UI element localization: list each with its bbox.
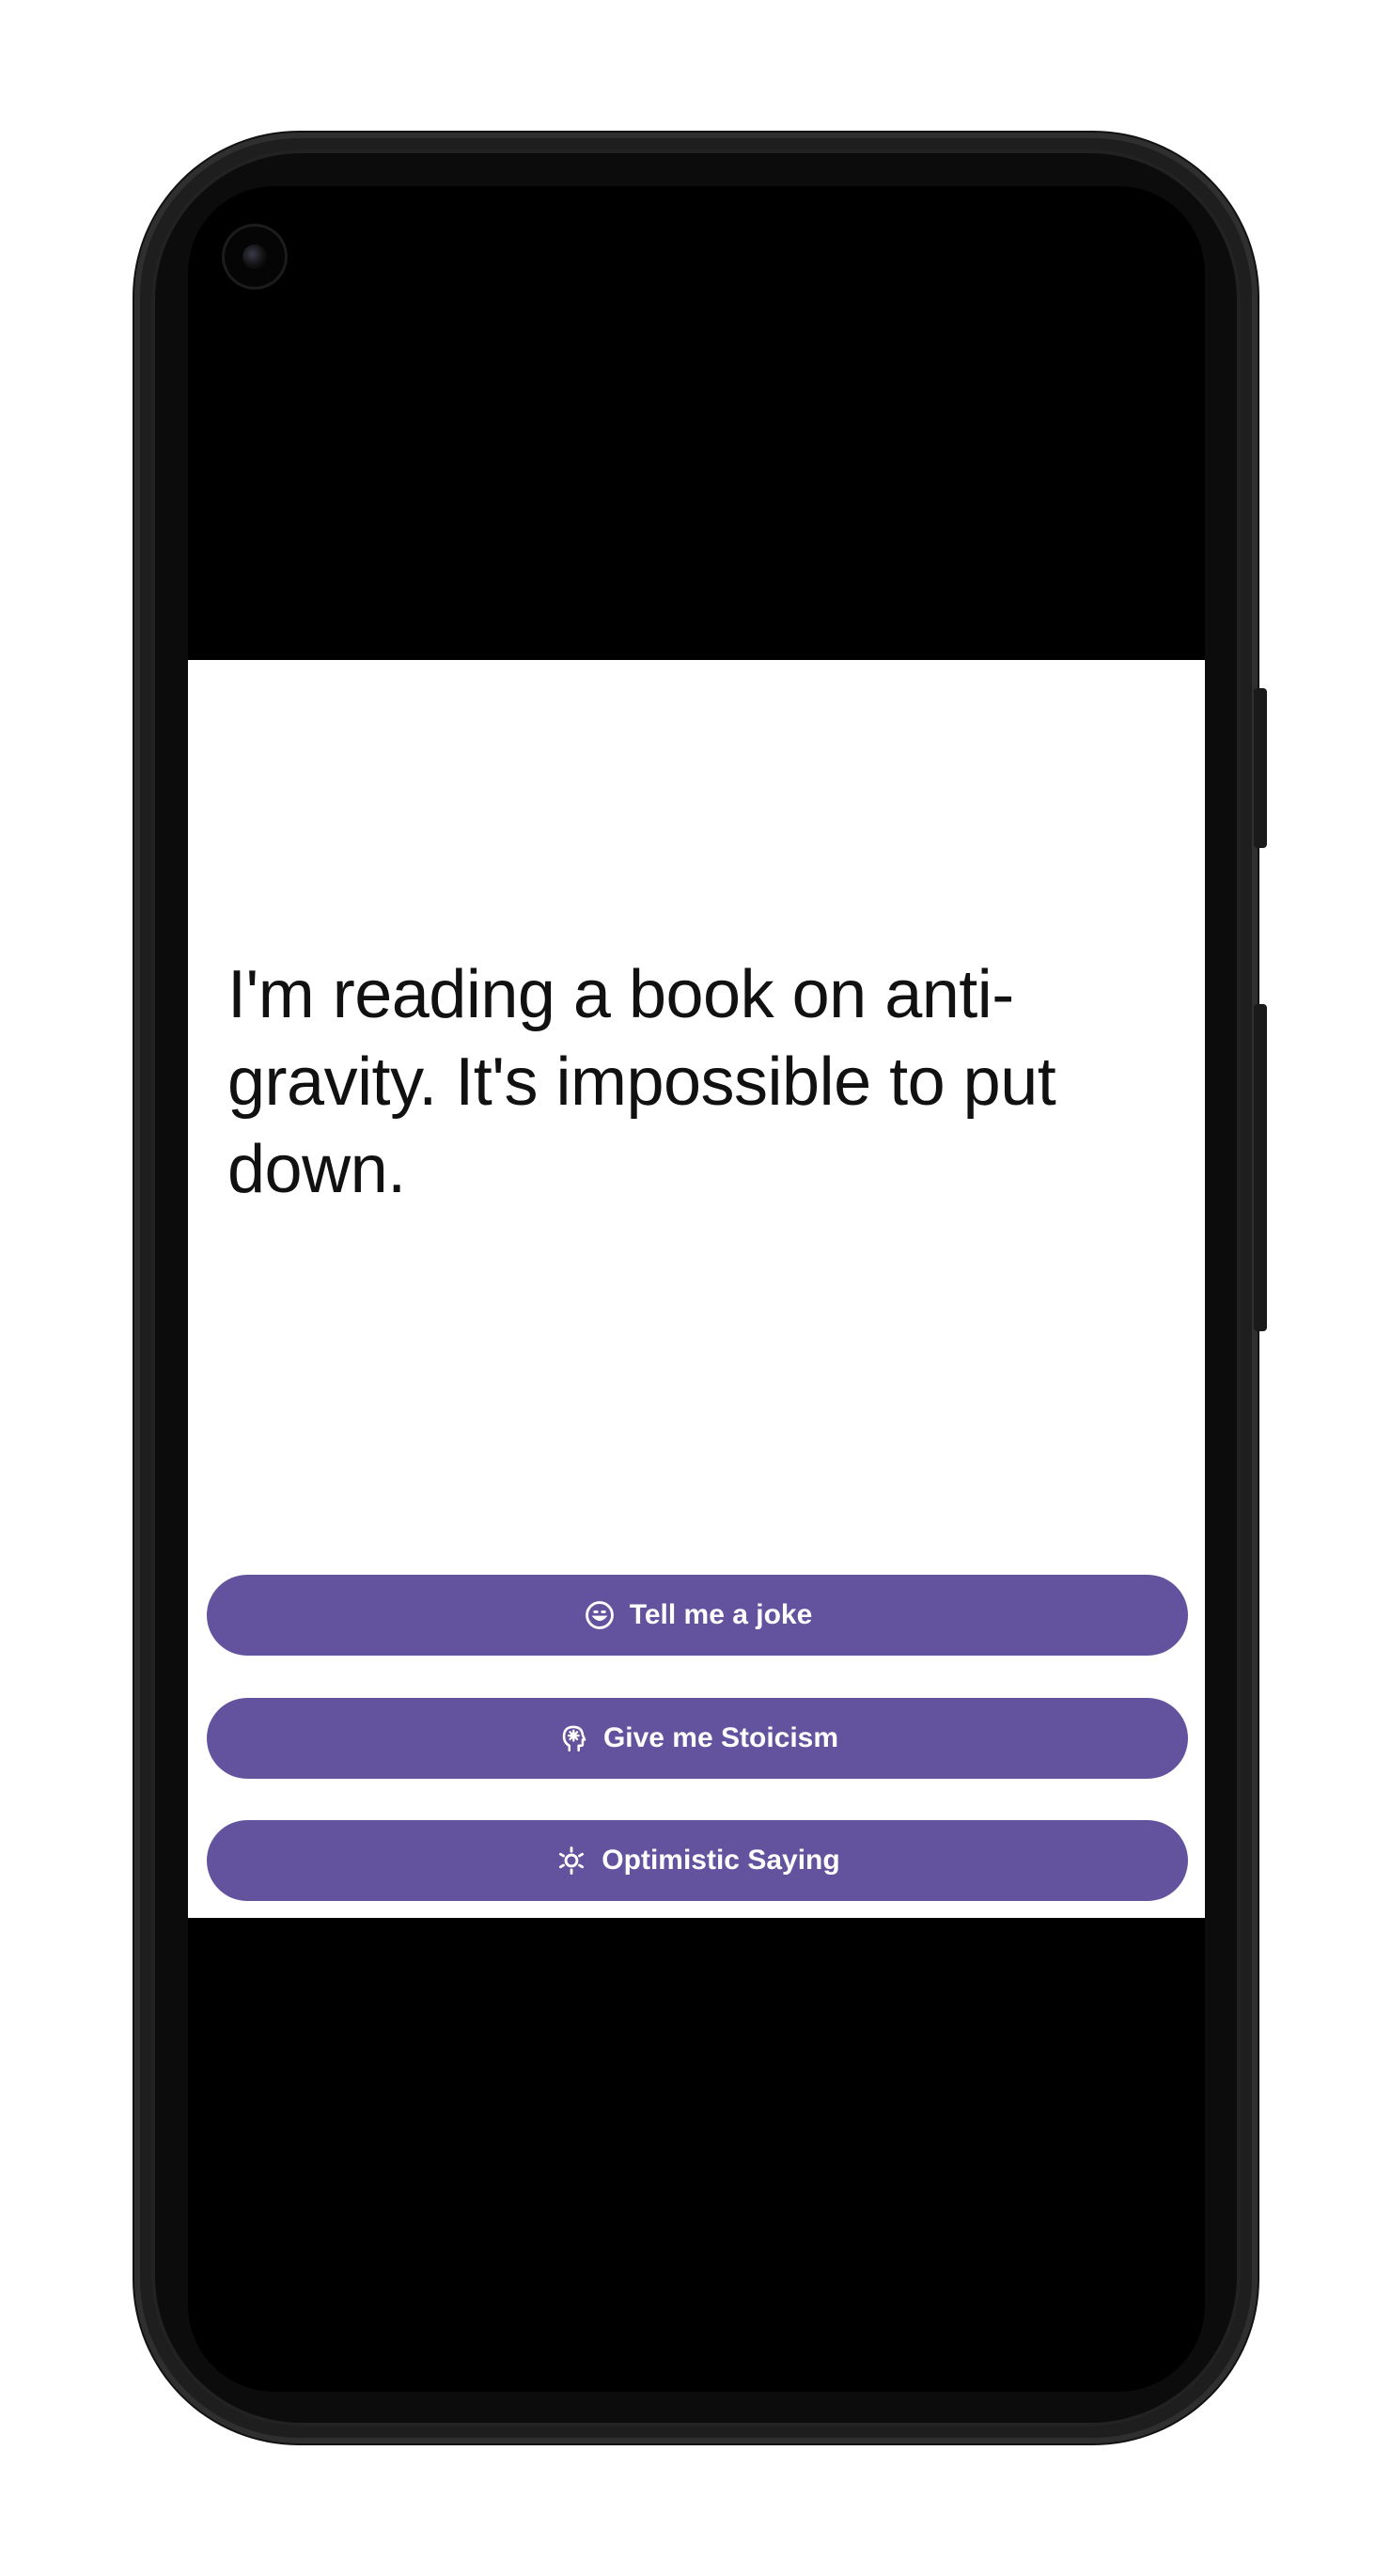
tell-joke-label: Tell me a joke bbox=[629, 1599, 813, 1630]
quote-text: I'm reading a book on anti-gravity. It's… bbox=[227, 957, 1056, 1207]
phone-screen: I'm reading a book on anti-gravity. It's… bbox=[188, 186, 1205, 2392]
smiley-icon bbox=[583, 1598, 617, 1632]
optimistic-saying-button[interactable]: Optimistic Saying bbox=[207, 1820, 1188, 1901]
tell-joke-button[interactable]: Tell me a joke bbox=[207, 1575, 1188, 1656]
give-stoicism-label: Give me Stoicism bbox=[602, 1722, 839, 1753]
stage: I'm reading a book on anti-gravity. It's… bbox=[0, 0, 1391, 2576]
head-gear-icon bbox=[556, 1721, 590, 1755]
power-button bbox=[1254, 688, 1267, 848]
volume-button bbox=[1254, 1004, 1267, 1331]
front-camera-icon bbox=[222, 224, 288, 290]
optimistic-saying-label: Optimistic Saying bbox=[602, 1845, 840, 1876]
give-stoicism-button[interactable]: Give me Stoicism bbox=[207, 1698, 1188, 1779]
app-content: I'm reading a book on anti-gravity. It's… bbox=[188, 660, 1205, 1918]
sun-gear-icon bbox=[555, 1844, 588, 1877]
